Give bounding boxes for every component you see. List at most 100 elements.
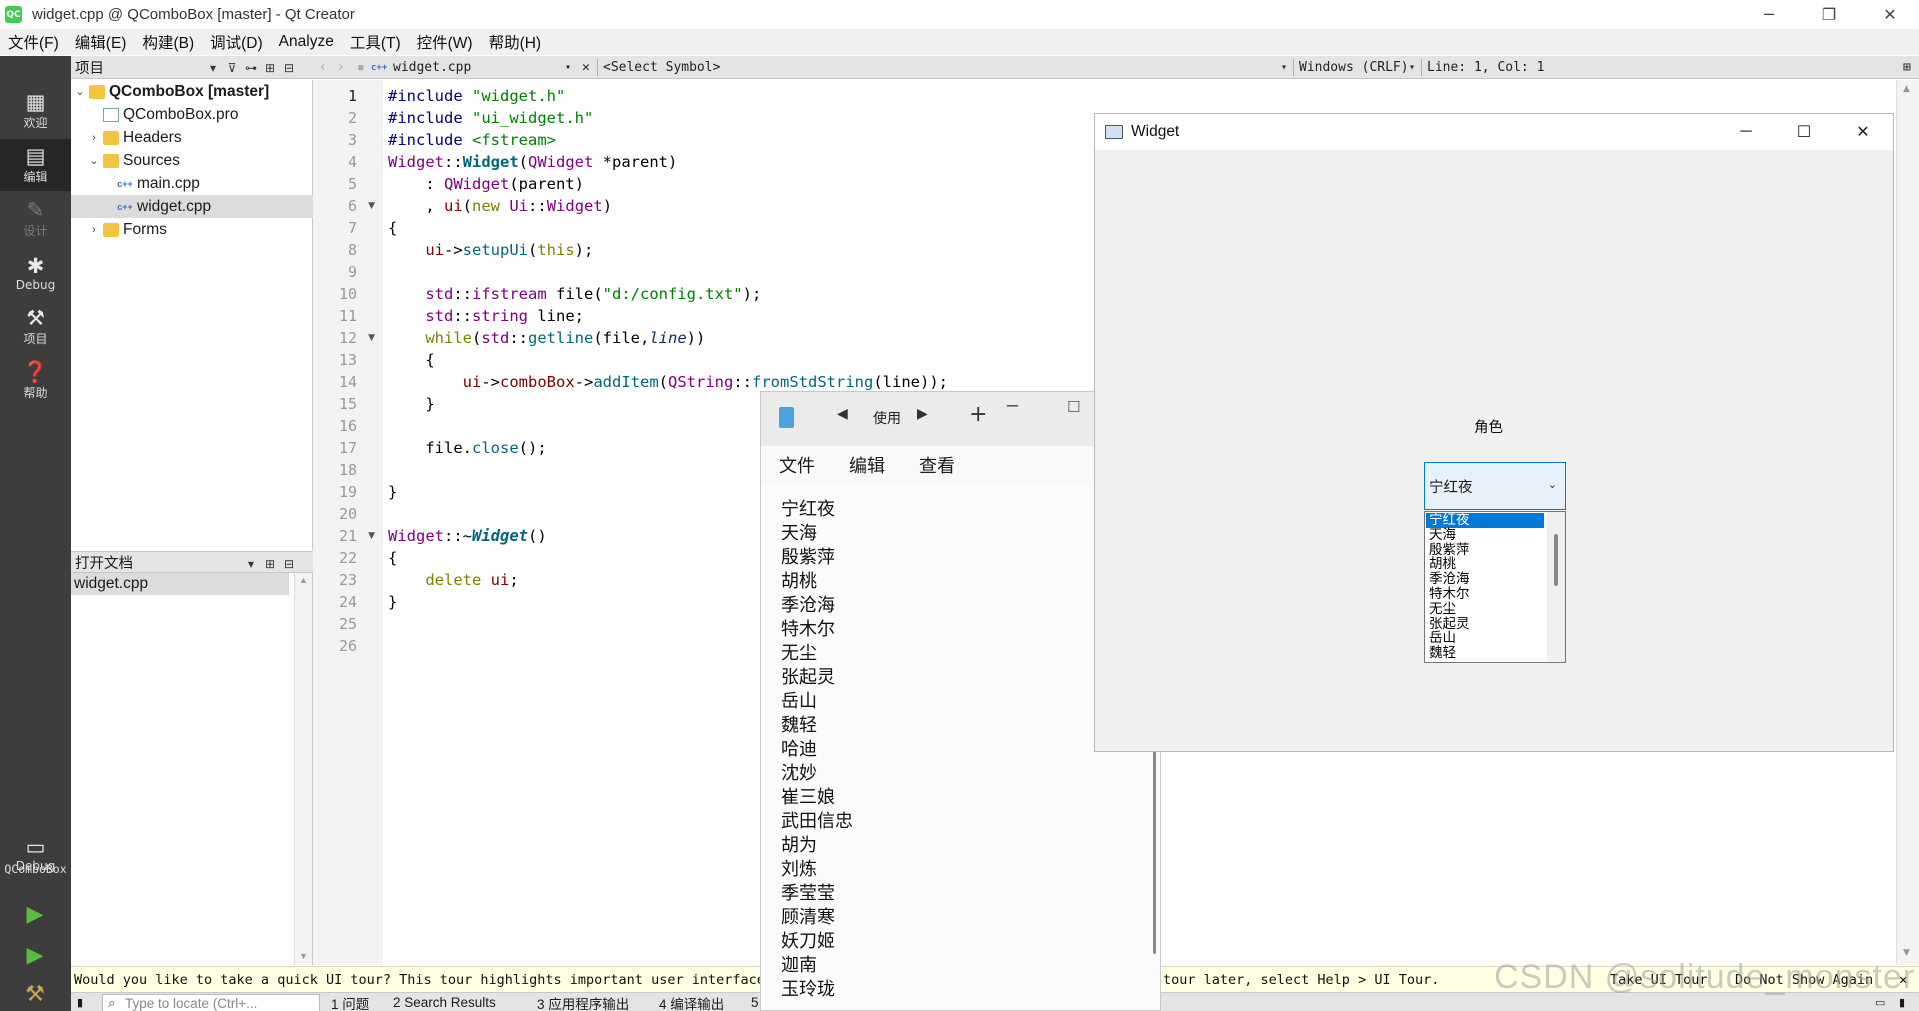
pane-compile-output[interactable]: 4 编译输出 xyxy=(659,993,724,1011)
notepad-line: 岳山 xyxy=(781,691,817,712)
dropdown-option[interactable]: 张起灵 xyxy=(1426,616,1544,632)
tab-scroll-right-icon[interactable]: ▶ xyxy=(917,406,928,422)
new-tab-icon[interactable]: + xyxy=(969,402,987,427)
menu-help[interactable]: 帮助(H) xyxy=(481,31,550,53)
chevron-down-icon[interactable]: ▾ xyxy=(205,56,221,79)
tree-item-main-cpp[interactable]: c++ main.cpp xyxy=(71,172,313,195)
split-icon[interactable]: ⊞ xyxy=(262,56,278,79)
split-icon[interactable]: ⊞ xyxy=(1903,56,1911,79)
menu-debug[interactable]: 调试(D) xyxy=(202,31,271,53)
menu-file[interactable]: 文件(F) xyxy=(0,31,67,53)
chevron-right-icon[interactable]: › xyxy=(87,224,101,236)
notepad-tab-label[interactable]: 使用 xyxy=(873,408,901,428)
fold-marker-icon[interactable]: ▼ xyxy=(368,195,375,217)
fold-marker-icon[interactable]: ▼ xyxy=(368,327,375,349)
tree-item-pro[interactable]: QComboBox.pro xyxy=(71,103,313,126)
close-pane-icon[interactable]: ⊟ xyxy=(281,552,297,575)
close-icon[interactable]: ✕ xyxy=(1834,114,1892,150)
symbol-selector[interactable]: <Select Symbol> xyxy=(603,56,720,79)
chevron-down-icon[interactable]: ▾ xyxy=(243,552,259,575)
notepad-menu-view[interactable]: 查看 xyxy=(919,446,955,484)
scroll-up-icon[interactable]: ▲ xyxy=(1903,84,1910,94)
pane-application-output[interactable]: 3 应用程序输出 xyxy=(537,993,629,1011)
nav-back-icon[interactable]: ‹ xyxy=(319,56,327,79)
role-combobox[interactable]: 宁红夜 ⌄ xyxy=(1424,462,1566,510)
mode-edit[interactable]: ▤ 编辑 xyxy=(0,139,71,191)
dropdown-option[interactable]: 季沧海 xyxy=(1426,572,1544,587)
menu-widgets[interactable]: 控件(W) xyxy=(409,31,481,53)
minimize-icon[interactable]: ─ xyxy=(1717,114,1775,150)
mode-design[interactable]: ✎ 设计 xyxy=(0,193,71,245)
dropdown-option[interactable]: 无尘 xyxy=(1426,601,1544,617)
toggle-sidebar-icon[interactable]: ▮ xyxy=(77,993,83,1011)
chevron-down-icon[interactable]: ⌄ xyxy=(87,154,101,167)
restore-icon[interactable]: ❐ xyxy=(1800,0,1858,29)
menu-analyze[interactable]: Analyze xyxy=(271,33,342,51)
chevron-down-icon[interactable]: ⌄ xyxy=(1548,478,1557,491)
run-icon[interactable]: ▶ xyxy=(22,901,48,927)
chevron-right-icon[interactable]: › xyxy=(87,132,101,144)
mode-projects[interactable]: ⚒ 项目 xyxy=(0,301,71,353)
link-icon[interactable]: ⊶ xyxy=(243,56,259,79)
mode-help[interactable]: ❓ 帮助 xyxy=(0,355,71,407)
menu-tools[interactable]: 工具(T) xyxy=(342,31,409,53)
editor-scrollbar[interactable]: ▲ ▼ xyxy=(1896,80,1919,965)
pane-more[interactable]: 5 xyxy=(751,993,759,1011)
dropdown-option[interactable]: 天海 xyxy=(1426,527,1544,543)
line-ending-selector[interactable]: Windows (CRLF) xyxy=(1299,56,1409,79)
menu-build[interactable]: 构建(B) xyxy=(134,31,202,53)
tree-item-forms[interactable]: › Forms xyxy=(71,218,313,241)
line-number: 3 xyxy=(347,131,357,149)
dropdown-option[interactable]: 特木尔 xyxy=(1426,587,1544,602)
dropdown-option[interactable]: 殷紫萍 xyxy=(1426,542,1544,558)
close-pane-icon[interactable]: ⊟ xyxy=(281,56,297,79)
scroll-down-icon[interactable]: ▼ xyxy=(299,951,308,961)
dropdown-scrollbar[interactable] xyxy=(1547,512,1565,662)
nav-forward-icon[interactable]: › xyxy=(337,56,345,79)
debug-run-icon[interactable]: ▶ xyxy=(22,942,48,968)
scroll-down-icon[interactable]: ▼ xyxy=(1903,948,1910,958)
line-number: 18 xyxy=(338,461,357,479)
line-number: 1 xyxy=(347,87,357,105)
mode-welcome[interactable]: ▦ 欢迎 xyxy=(0,85,71,137)
dropdown-option[interactable]: 宁红夜 xyxy=(1426,513,1544,528)
chevron-down-icon[interactable]: ⌄ xyxy=(73,85,87,98)
close-icon[interactable]: ✕ xyxy=(1861,0,1919,29)
tree-item-project[interactable]: ⌄ QComboBox [master] xyxy=(71,80,313,103)
cursor-position[interactable]: Line: 1, Col: 1 xyxy=(1427,56,1544,79)
close-document-icon[interactable]: ✕ xyxy=(582,56,590,79)
tree-item-sources[interactable]: ⌄ Sources xyxy=(71,149,313,172)
tree-item-widget-cpp[interactable]: c++ widget.cpp xyxy=(71,195,313,218)
open-document-item[interactable]: widget.cpp xyxy=(71,573,289,595)
menu-edit[interactable]: 编辑(E) xyxy=(67,31,135,53)
split-icon[interactable]: ⊞ xyxy=(262,552,278,575)
pane-issues[interactable]: 1 问题 xyxy=(331,993,369,1011)
notepad-menu-file[interactable]: 文件 xyxy=(779,446,815,484)
tree-item-headers[interactable]: › Headers xyxy=(71,126,313,149)
kit-selector[interactable]: ▭ Debug xyxy=(0,826,71,882)
locator-input[interactable]: ⌕ Type to locate (Ctrl+... xyxy=(102,994,320,1011)
open-documents-scrollbar[interactable]: ▲ ▼ xyxy=(294,573,312,965)
filter-icon[interactable]: ⊽ xyxy=(224,56,240,79)
minimize-icon[interactable]: ─ xyxy=(1740,0,1798,29)
scroll-up-icon[interactable]: ▲ xyxy=(299,575,308,585)
dropdown-option[interactable]: 魏轻 xyxy=(1426,646,1544,661)
pane-search-results[interactable]: 2 Search Results xyxy=(393,993,496,1011)
notepad-line: 沈妙 xyxy=(781,763,817,784)
line-number: 10 xyxy=(338,285,357,303)
notepad-menu-edit[interactable]: 编辑 xyxy=(849,446,885,484)
fold-marker-icon[interactable]: ▼ xyxy=(368,525,375,547)
maximize-icon[interactable]: ☐ xyxy=(1067,398,1080,416)
build-hammer-icon[interactable]: ⚒ xyxy=(22,981,48,1007)
chevron-down-icon[interactable]: ▾ xyxy=(1409,56,1415,79)
dropdown-scroll-thumb[interactable] xyxy=(1554,534,1558,586)
tab-scroll-left-icon[interactable]: ◀ xyxy=(837,406,848,422)
minimize-icon[interactable]: ─ xyxy=(1007,396,1018,417)
chevron-down-icon[interactable]: ▾ xyxy=(1281,56,1287,79)
dropdown-option[interactable]: 胡桃 xyxy=(1426,557,1544,572)
dropdown-option[interactable]: 岳山 xyxy=(1426,631,1544,646)
mode-debug[interactable]: ✱ Debug xyxy=(0,247,71,299)
maximize-icon[interactable]: ☐ xyxy=(1775,114,1833,150)
chevron-down-icon[interactable]: ▾ xyxy=(565,56,571,79)
current-file-name[interactable]: widget.cpp xyxy=(393,56,471,79)
